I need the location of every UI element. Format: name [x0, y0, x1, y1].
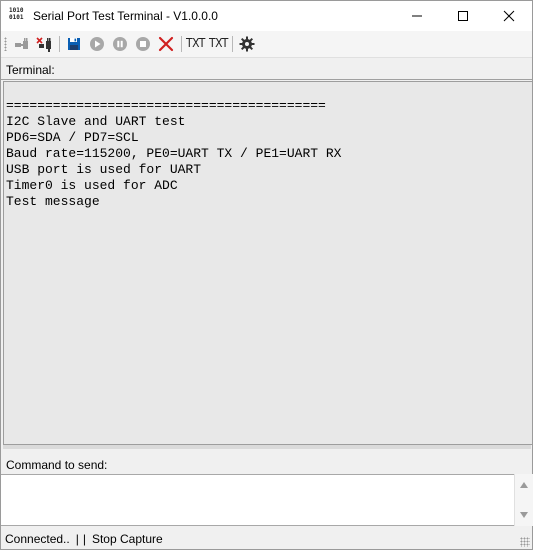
toolbar: TXT TXT — [1, 31, 532, 58]
toolbar-separator — [59, 36, 60, 52]
window-title: Serial Port Test Terminal - V1.0.0.0 — [33, 9, 218, 23]
scroll-up-arrow-icon[interactable] — [520, 482, 528, 488]
command-scrollbar[interactable] — [514, 474, 533, 526]
minimize-button[interactable] — [394, 1, 440, 31]
scroll-down-arrow-icon[interactable] — [520, 512, 528, 518]
title-bar[interactable]: 1010 0101 Serial Port Test Terminal - V1.… — [1, 1, 532, 31]
stop-capture-status[interactable]: Stop Capture — [88, 532, 167, 546]
status-bar: Connected.. | | Stop Capture — [1, 529, 532, 549]
connect-button[interactable] — [12, 34, 32, 54]
clear-icon — [158, 36, 174, 52]
txt-button-2[interactable]: TXT — [209, 36, 228, 50]
toolbar-separator — [181, 36, 182, 52]
txt-button-1[interactable]: TXT — [186, 36, 205, 50]
close-icon — [503, 10, 515, 22]
play-icon — [90, 37, 104, 51]
stop-icon — [136, 37, 150, 51]
play-button[interactable] — [87, 34, 107, 54]
disconnect-button[interactable] — [35, 34, 55, 54]
terminal-line: Timer0 is used for ADC — [6, 178, 178, 193]
app-window: 1010 0101 Serial Port Test Terminal - V1.… — [0, 0, 533, 550]
save-button[interactable] — [64, 34, 84, 54]
disconnect-icon — [36, 37, 51, 52]
connection-status: Connected.. — [5, 532, 70, 546]
close-button[interactable] — [486, 1, 532, 31]
toolbar-separator — [232, 36, 233, 52]
clear-button[interactable] — [156, 34, 176, 54]
resize-grip[interactable] — [520, 537, 530, 547]
connect-icon — [15, 38, 28, 49]
terminal-line: PD6=SDA / PD7=SCL — [6, 130, 139, 145]
maximize-button[interactable] — [440, 1, 486, 31]
command-input[interactable] — [1, 474, 514, 526]
gear-icon — [239, 36, 255, 52]
terminal-line: Baud rate=115200, PE0=UART TX / PE1=UART… — [6, 146, 342, 161]
maximize-icon — [458, 11, 468, 21]
app-icon: 1010 0101 — [9, 7, 24, 21]
splitter[interactable] — [3, 445, 531, 449]
minimize-icon — [412, 15, 422, 17]
stop-button[interactable] — [133, 34, 153, 54]
status-separator: | — [75, 532, 79, 546]
terminal-divider — [1, 79, 532, 80]
terminal-line: ========================================… — [6, 98, 326, 113]
pause-button[interactable] — [110, 34, 130, 54]
terminal-label: Terminal: — [6, 63, 55, 77]
terminal-output[interactable]: ========================================… — [3, 81, 532, 445]
pause-icon — [113, 37, 127, 51]
command-label: Command to send: — [6, 458, 108, 472]
toolbar-grip[interactable] — [4, 37, 7, 51]
terminal-line: I2C Slave and UART test — [6, 114, 186, 129]
terminal-line: USB port is used for UART — [6, 162, 202, 177]
status-separator: | — [82, 532, 86, 546]
settings-button[interactable] — [237, 34, 257, 54]
save-icon — [68, 38, 80, 50]
terminal-line: Test message — [6, 194, 100, 209]
